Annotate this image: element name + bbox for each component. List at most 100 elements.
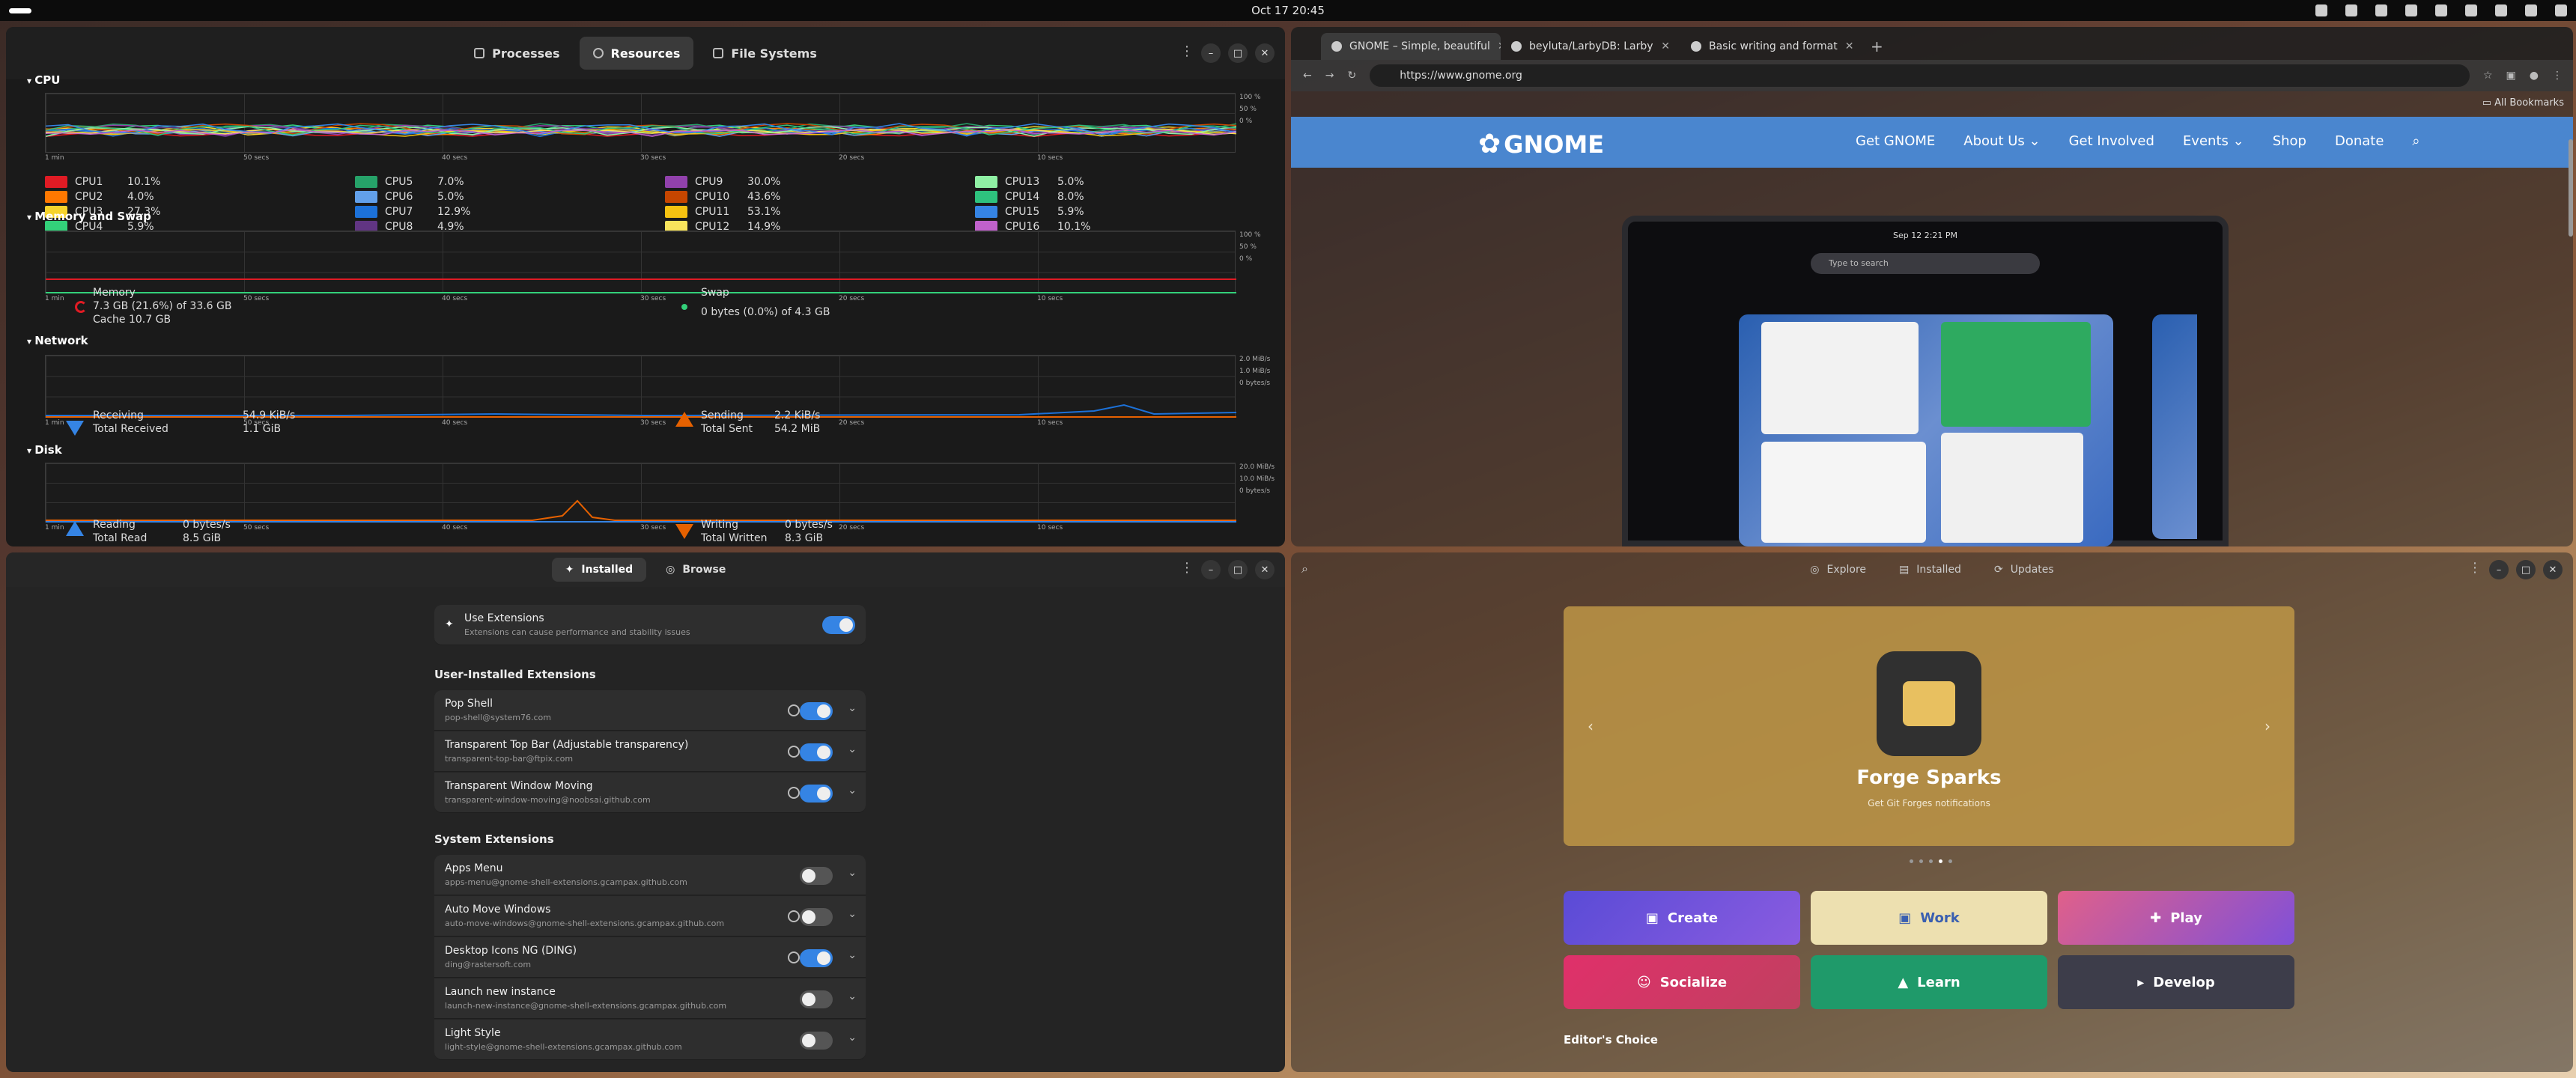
tab-browse[interactable]: ◎ Browse: [652, 558, 739, 582]
dot[interactable]: [1919, 859, 1923, 863]
color-swatch[interactable]: [665, 191, 687, 203]
browser-tab[interactable]: GNOME – Simple, beautiful✕: [1321, 33, 1501, 60]
tab-explore[interactable]: ◎ Explore: [1796, 558, 1880, 582]
dot[interactable]: [1939, 859, 1942, 863]
cpu-legend-item[interactable]: CPU10 43.6%: [665, 190, 975, 204]
extension-row[interactable]: Transparent Top Bar (Adjustable transpar…: [434, 731, 866, 772]
extension-row[interactable]: Transparent Window Moving transparent-win…: [434, 773, 866, 813]
category-develop[interactable]: ▸ Develop: [2058, 955, 2294, 1009]
color-swatch[interactable]: [355, 191, 377, 203]
settings-gear-icon[interactable]: [788, 787, 800, 799]
minimize-icon[interactable]: –: [1201, 43, 1221, 63]
section-cpu[interactable]: CPU: [27, 73, 60, 87]
extension-row[interactable]: Apps Menu apps-menu@gnome-shell-extension…: [434, 855, 866, 895]
color-swatch[interactable]: [45, 176, 67, 188]
prev-icon[interactable]: ‹: [1588, 717, 1594, 735]
chevron-down-icon[interactable]: ⌄: [848, 908, 857, 920]
volume-icon[interactable]: [2525, 4, 2537, 16]
close-icon[interactable]: ✕: [1255, 43, 1275, 63]
star-icon[interactable]: ☆: [2483, 70, 2493, 82]
extension-row[interactable]: Desktop Icons NG (DING) ding@rastersoft.c…: [434, 937, 866, 978]
color-swatch[interactable]: [665, 176, 687, 188]
cpu-legend-item[interactable]: CPU13 5.0%: [975, 175, 1285, 189]
featured-carousel[interactable]: ‹ › Forge Sparks Get Git Forges notifica…: [1564, 606, 2294, 846]
tray-icon[interactable]: [2465, 4, 2477, 16]
maximize-icon[interactable]: □: [1228, 560, 1248, 579]
color-swatch[interactable]: [355, 206, 377, 218]
browser-tab[interactable]: Basic writing and format ✕: [1680, 33, 1860, 60]
cpu-legend-item[interactable]: CPU1 10.1%: [45, 175, 355, 189]
wifi-icon[interactable]: [2495, 4, 2507, 16]
extension-icon[interactable]: ▣: [2506, 70, 2516, 82]
chevron-down-icon[interactable]: ⌄: [848, 867, 857, 879]
back-icon[interactable]: ←: [1303, 70, 1312, 82]
tray-icon[interactable]: [2375, 4, 2387, 16]
tray-icon[interactable]: [2405, 4, 2417, 16]
browser-tab[interactable]: beyluta/LarbyDB: Larby ✕: [1501, 33, 1680, 60]
forward-icon[interactable]: →: [1325, 70, 1334, 82]
extension-toggle[interactable]: [800, 743, 833, 761]
menu-icon[interactable]: ⋮: [1180, 560, 1195, 576]
section-disk[interactable]: Disk: [27, 443, 62, 457]
extension-toggle[interactable]: [800, 867, 833, 885]
menu-icon[interactable]: ⋮: [2468, 560, 2483, 576]
dot[interactable]: [1910, 859, 1913, 863]
scrollbar[interactable]: [2569, 139, 2573, 237]
nav-get-gnome[interactable]: Get GNOME: [1856, 133, 1935, 149]
extension-row[interactable]: Auto Move Windows auto-move-windows@gnome…: [434, 896, 866, 937]
category-work[interactable]: ▣ Work: [1811, 891, 2047, 945]
chevron-down-icon[interactable]: ⌄: [848, 743, 857, 755]
tab-file-systems[interactable]: File Systems: [699, 37, 830, 70]
clock[interactable]: Oct 17 20:45: [0, 4, 2576, 17]
color-swatch[interactable]: [45, 191, 67, 203]
cpu-legend-item[interactable]: CPU9 30.0%: [665, 175, 975, 189]
nav-get-involved[interactable]: Get Involved: [2069, 133, 2154, 149]
power-icon[interactable]: [2555, 4, 2567, 16]
maximize-icon[interactable]: □: [2516, 560, 2536, 579]
color-swatch[interactable]: [975, 206, 997, 218]
close-tab-icon[interactable]: ✕: [1661, 40, 1670, 52]
use-extensions-toggle[interactable]: [822, 616, 855, 634]
cpu-legend-item[interactable]: CPU11 53.1%: [665, 205, 975, 219]
menu-icon[interactable]: ⋮: [1180, 43, 1195, 59]
tab-installed[interactable]: ▤ Installed: [1886, 558, 1975, 582]
minimize-icon[interactable]: –: [1201, 560, 1221, 579]
gnome-logo[interactable]: ✿ GNOME: [1478, 129, 1604, 159]
extension-toggle[interactable]: [800, 990, 833, 1008]
close-tab-icon[interactable]: ✕: [1845, 40, 1854, 52]
cpu-legend-item[interactable]: CPU5 7.0%: [355, 175, 665, 189]
color-swatch[interactable]: [665, 206, 687, 218]
color-swatch[interactable]: [975, 176, 997, 188]
nav-events[interactable]: Events ⌄: [2183, 133, 2244, 149]
settings-gear-icon[interactable]: [788, 951, 800, 963]
tray-icon[interactable]: [2435, 4, 2447, 16]
tab-resources[interactable]: Resources: [579, 37, 694, 70]
chevron-down-icon[interactable]: ⌄: [848, 990, 857, 1002]
category-play[interactable]: ✚ Play: [2058, 891, 2294, 945]
close-icon[interactable]: ✕: [1255, 560, 1275, 579]
chevron-down-icon[interactable]: ⌄: [848, 702, 857, 714]
close-icon[interactable]: ✕: [2543, 560, 2563, 579]
extension-toggle[interactable]: [800, 785, 833, 803]
category-socialize[interactable]: ☺ Socialize: [1564, 955, 1800, 1009]
all-bookmarks[interactable]: ▭ All Bookmarks: [2482, 97, 2564, 109]
settings-gear-icon[interactable]: [788, 910, 800, 922]
extension-row[interactable]: Launch new instance launch-new-instance@g…: [434, 978, 866, 1019]
profile-icon[interactable]: ●: [2530, 70, 2539, 82]
category-learn[interactable]: ▲ Learn: [1811, 955, 2047, 1009]
next-icon[interactable]: ›: [2264, 717, 2270, 735]
color-swatch[interactable]: [355, 176, 377, 188]
tab-updates[interactable]: ⟳ Updates: [1981, 558, 2068, 582]
maximize-icon[interactable]: □: [1228, 43, 1248, 63]
tray-icon[interactable]: [2345, 4, 2357, 16]
dot[interactable]: [1948, 859, 1952, 863]
extension-toggle[interactable]: [800, 1032, 833, 1050]
chevron-down-icon[interactable]: ⌄: [848, 785, 857, 797]
settings-gear-icon[interactable]: [788, 746, 800, 758]
reload-icon[interactable]: ↻: [1347, 70, 1356, 82]
new-tab-icon[interactable]: +: [1860, 37, 1894, 60]
nav-about-us[interactable]: About Us ⌄: [1963, 133, 2040, 149]
settings-gear-icon[interactable]: [788, 704, 800, 716]
extension-toggle[interactable]: [800, 949, 833, 967]
chevron-down-icon[interactable]: ⌄: [848, 1032, 857, 1044]
